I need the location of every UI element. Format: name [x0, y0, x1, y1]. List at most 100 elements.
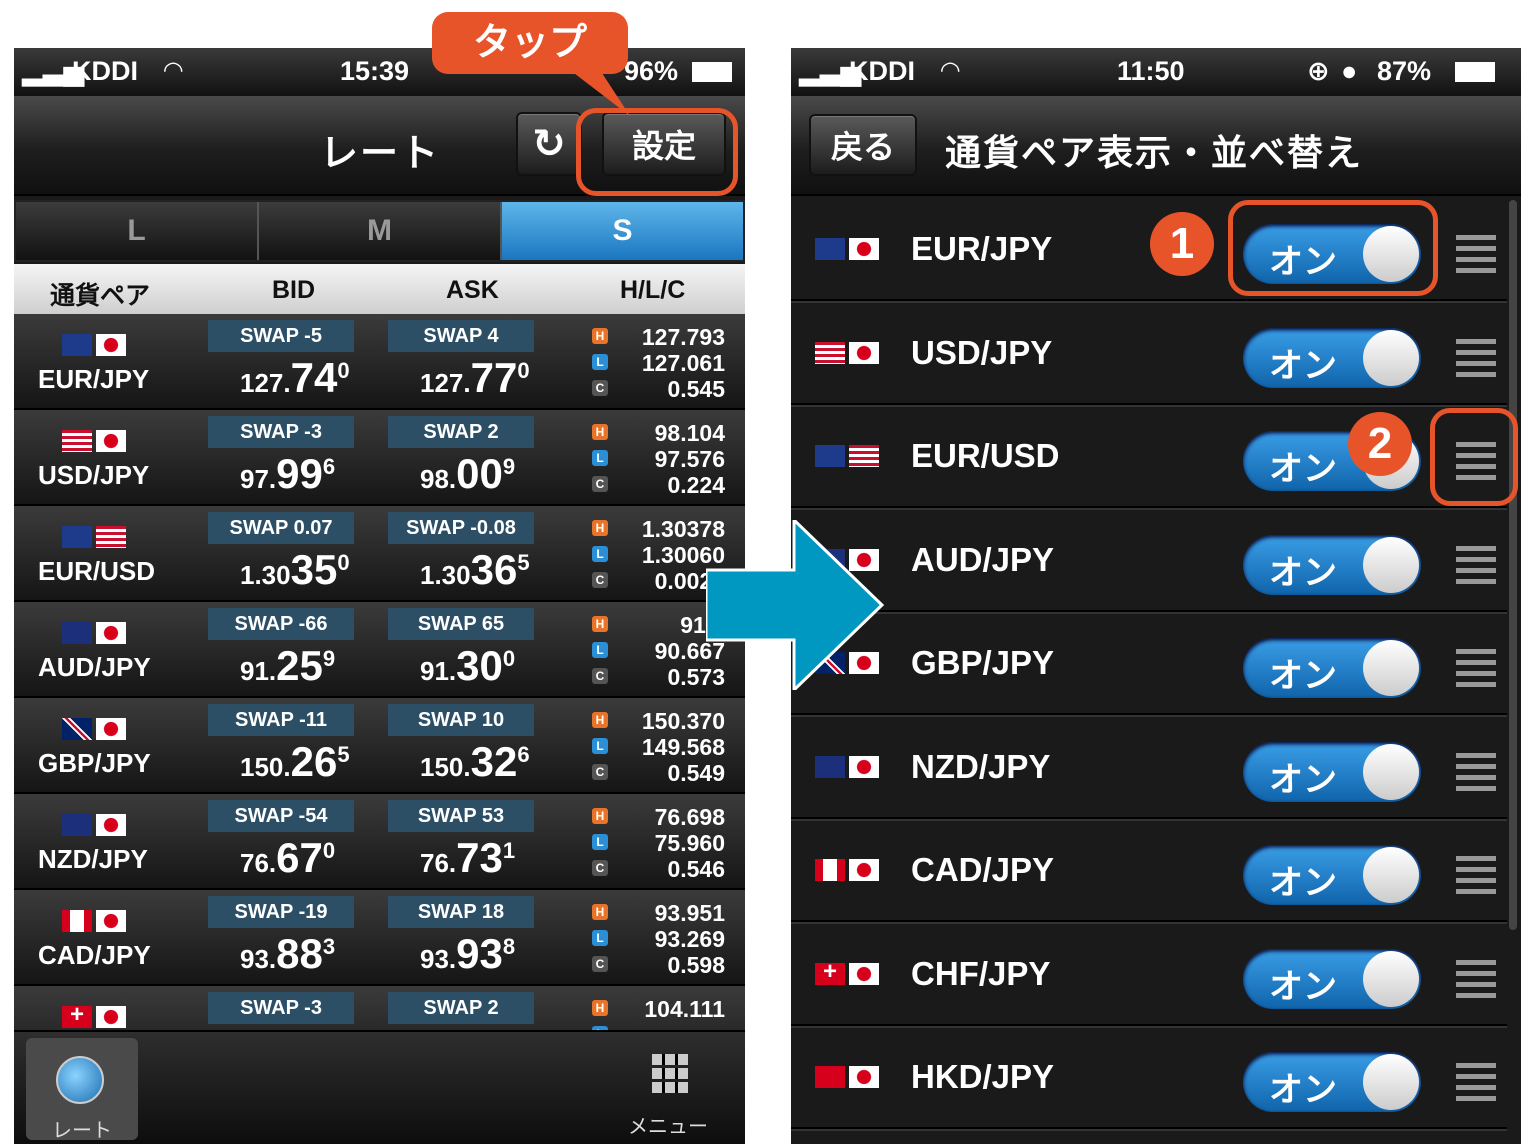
rate-row[interactable]: EUR/JPY SWAP -5 SWAP 4 127.740 127.770 H 127.7…: [14, 314, 745, 410]
flag-jp-icon: [96, 334, 126, 356]
reorder-handle-icon[interactable]: [1456, 1063, 1496, 1101]
rate-row[interactable]: EUR/USD SWAP 0.07 SWAP -0.08 1.30350 1.30365…: [14, 506, 745, 602]
badge-h: H: [592, 616, 608, 632]
flag-ch-icon: [815, 958, 845, 986]
scrollbar[interactable]: [1509, 200, 1517, 930]
pair-name: CAD/JPY: [911, 851, 1055, 888]
visibility-toggle[interactable]: オン: [1243, 327, 1421, 388]
alarm-icon: ●: [1341, 56, 1358, 86]
bid-price[interactable]: 76.670: [240, 834, 335, 882]
reorder-handle-icon[interactable]: [1456, 856, 1496, 894]
rate-row[interactable]: AUD/JPY SWAP -66 SWAP 65 91.259 91.300 H 91.2 L…: [14, 602, 745, 698]
badge-l: L: [592, 738, 608, 754]
visibility-toggle[interactable]: オン: [1243, 845, 1421, 905]
bid-price[interactable]: 127.740: [240, 354, 350, 402]
bid-price-big: 74: [290, 354, 338, 401]
flag-gb-icon: [62, 718, 92, 740]
ask-price-sup: 5: [517, 550, 530, 575]
visibility-toggle[interactable]: オン: [1243, 948, 1421, 1009]
pair-name: EUR/JPY: [911, 230, 1053, 267]
visibility-toggle[interactable]: オン: [1243, 1052, 1421, 1112]
ask-price[interactable]: 150.326: [420, 738, 530, 786]
status-bar: ▂▃▅ KDDI ◠ 11:50 ⊕ ● 87%: [791, 48, 1521, 96]
flag-ca-icon: [815, 859, 845, 881]
bid-swap: SWAP -66: [208, 608, 354, 640]
bid-swap: SWAP -3: [208, 416, 354, 448]
rate-row[interactable]: CAD/JPY SWAP -19 SWAP 18 93.883 93.938 H 93.95…: [14, 890, 745, 986]
flag-hk-icon: [815, 1066, 845, 1088]
rate-row[interactable]: USD/JPY SWAP -3 SWAP 2 97.996 98.009 H 98.104 L…: [14, 410, 745, 506]
bid-price[interactable]: 91.259: [240, 642, 335, 690]
ask-price-sup: 0: [502, 646, 516, 671]
ask-price-sup: 9: [502, 454, 516, 479]
bid-swap: SWAP 0.07: [208, 512, 354, 544]
pair-flags: [62, 718, 126, 740]
reorder-handle-icon[interactable]: [1456, 752, 1496, 791]
bid-price[interactable]: 1.30350: [240, 546, 350, 594]
reorder-handle-icon[interactable]: [1456, 545, 1496, 584]
reorder-handle-icon[interactable]: [1456, 959, 1496, 998]
bid-price[interactable]: 97.996: [240, 450, 335, 498]
ask-swap: SWAP 18: [388, 896, 534, 928]
rate-screen: ▂▃▅ KDDI ◠ 15:39 96% レート ↻ 設定 L M S 通貨ペア…: [14, 48, 745, 1144]
ask-price-pre: 150.: [420, 752, 471, 782]
flag-jp-icon: [96, 430, 126, 452]
ask-price[interactable]: 76.731: [420, 834, 515, 882]
bid-price[interactable]: 150.265: [240, 738, 350, 786]
reorder-handle-icon[interactable]: [1456, 235, 1496, 273]
bid-price[interactable]: 93.883: [240, 930, 335, 978]
bid-price-pre: 91.: [240, 656, 277, 686]
ask-price[interactable]: 93.938: [420, 930, 515, 978]
pair-name: NZD/JPY: [38, 844, 148, 874]
toggle-label: オン: [1269, 450, 1337, 488]
tab-rate[interactable]: レート: [26, 1038, 138, 1142]
badge-h: H: [592, 328, 608, 344]
ask-price-sup: 1: [502, 838, 516, 863]
rate-row[interactable]: NZD/JPY SWAP -54 SWAP 53 76.670 76.731 H 76.69…: [14, 794, 745, 890]
ask-price-big: 00: [456, 450, 503, 497]
bid-price-big: 25: [276, 642, 323, 689]
value-l: 149.568: [641, 734, 725, 760]
toggle-label: オン: [1269, 346, 1337, 385]
reorder-handle-icon[interactable]: [1456, 338, 1496, 377]
visibility-toggle[interactable]: オン: [1243, 534, 1421, 595]
column-header: 通貨ペア BID ASK H/L/C: [14, 264, 745, 314]
bid-price-sup: 5: [337, 742, 350, 767]
ask-price[interactable]: 91.300: [420, 642, 515, 690]
rate-row[interactable]: GBP/JPY SWAP -11 SWAP 10 150.265 150.326 H 150…: [14, 698, 745, 794]
flag-nz-icon: [62, 814, 92, 836]
badge-c: C: [592, 860, 608, 876]
bid-price-sup: 6: [322, 454, 336, 479]
visibility-toggle[interactable]: オン: [1243, 741, 1421, 802]
flag-jp-icon: [849, 341, 879, 364]
ask-price-sup: 8: [502, 934, 516, 959]
pair-flags: [815, 341, 879, 364]
refresh-button[interactable]: ↻: [516, 112, 582, 176]
ask-price[interactable]: 98.009: [420, 450, 515, 498]
reorder-handle-icon[interactable]: [1456, 649, 1496, 687]
badge-l: L: [592, 930, 608, 946]
pair-flags: [62, 622, 126, 644]
back-button[interactable]: 戻る: [809, 114, 917, 176]
visibility-toggle[interactable]: オン: [1243, 638, 1421, 698]
bid-price-pre: 93.: [240, 944, 277, 974]
segment-m[interactable]: M: [259, 202, 502, 260]
value-c: 0.546: [667, 856, 725, 882]
value-h: 150.370: [641, 708, 725, 734]
tap-callout: タップ: [432, 12, 628, 74]
badge-l: L: [592, 450, 608, 466]
ask-price[interactable]: 127.770: [420, 354, 530, 402]
value-c: 0.545: [667, 376, 725, 402]
badge-c: C: [592, 668, 608, 684]
rate-row[interactable]: SWAP -3SWAP 2H104.111LC: [14, 986, 745, 1030]
segment-l[interactable]: L: [16, 202, 259, 260]
badge-h: H: [592, 1000, 608, 1016]
ask-price[interactable]: 1.30365: [420, 546, 530, 594]
carrier-label: KDDI: [72, 56, 138, 86]
value-h: 76.698: [654, 804, 725, 830]
segment-s[interactable]: S: [502, 202, 743, 260]
right-arrow-icon: [706, 520, 885, 690]
pair-name: GBP/JPY: [911, 644, 1055, 681]
tab-menu-label: メニュー: [628, 1116, 708, 1138]
ask-swap: SWAP 2: [388, 992, 534, 1024]
